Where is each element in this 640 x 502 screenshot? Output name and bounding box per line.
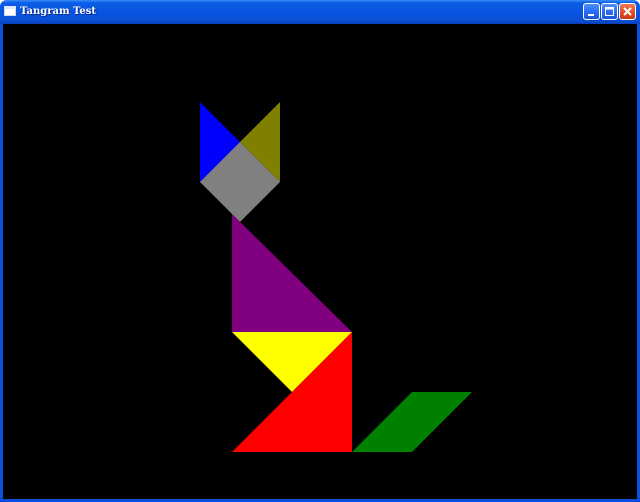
green-tail-parallelogram bbox=[352, 392, 472, 452]
maximize-icon bbox=[605, 7, 614, 16]
minimize-button[interactable] bbox=[583, 3, 600, 20]
application-window: Tangram Test bbox=[0, 0, 640, 502]
tangram-canvas bbox=[200, 102, 472, 452]
close-button[interactable] bbox=[619, 3, 636, 20]
window-app-icon[interactable] bbox=[4, 6, 16, 16]
purple-body-triangle bbox=[232, 214, 352, 332]
maximize-button[interactable] bbox=[601, 3, 618, 20]
window-title: Tangram Test bbox=[20, 6, 96, 17]
close-icon bbox=[623, 7, 632, 16]
minimize-icon bbox=[588, 14, 594, 16]
title-bar[interactable]: Tangram Test bbox=[0, 0, 640, 24]
canvas-area[interactable] bbox=[3, 24, 637, 499]
